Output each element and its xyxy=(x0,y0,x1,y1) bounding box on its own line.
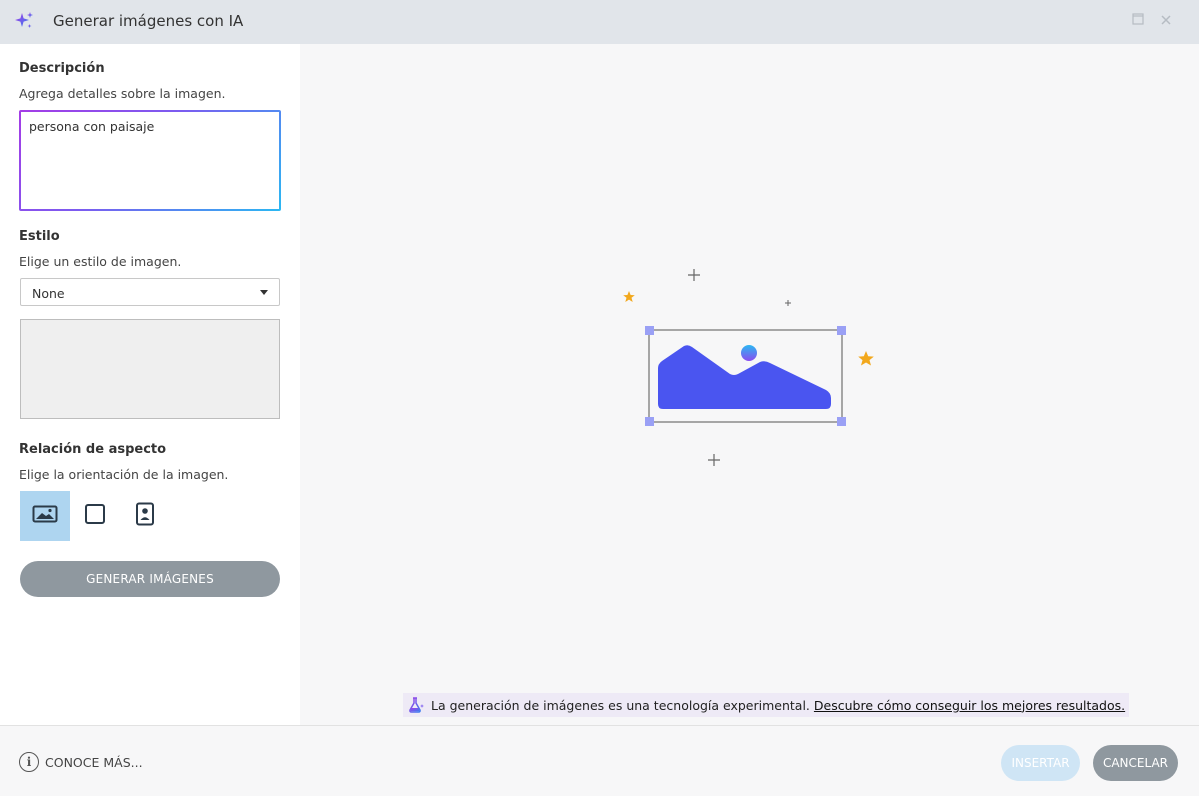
aspect-square-button[interactable] xyxy=(70,491,120,541)
learn-more-label: CONOCE MÁS... xyxy=(45,754,143,770)
image-placeholder-icon xyxy=(610,264,890,484)
experimental-notice: La generación de imágenes es una tecnolo… xyxy=(403,693,1130,717)
info-icon: i xyxy=(19,752,39,772)
square-icon xyxy=(84,503,106,529)
aspect-subtitle: Elige la orientación de la imagen. xyxy=(19,467,229,482)
description-input-wrapper xyxy=(19,110,281,211)
description-heading: Descripción xyxy=(19,61,105,76)
learn-more-link[interactable]: i CONOCE MÁS... xyxy=(19,752,143,772)
flask-icon xyxy=(407,696,425,714)
preview-area: La generación de imágenes es una tecnolo… xyxy=(300,44,1199,725)
insert-button[interactable]: INSERTAR xyxy=(1001,745,1080,781)
generate-images-button[interactable]: GENERAR IMÁGENES xyxy=(20,561,280,597)
aspect-portrait-button[interactable] xyxy=(120,491,170,541)
aspect-landscape-button[interactable] xyxy=(20,491,70,541)
notice-text: La generación de imágenes es una tecnolo… xyxy=(431,697,810,713)
close-icon[interactable] xyxy=(1157,12,1175,30)
sidebar: Descripción Agrega detalles sobre la ima… xyxy=(0,44,300,725)
aspect-heading: Relación de aspecto xyxy=(19,442,167,457)
style-preview xyxy=(20,319,280,419)
footer: i CONOCE MÁS... INSERTAR CANCELAR xyxy=(0,725,1199,796)
sparkle-icon xyxy=(13,10,35,32)
cancel-button[interactable]: CANCELAR xyxy=(1093,745,1178,781)
style-subtitle: Elige un estilo de imagen. xyxy=(19,254,182,269)
style-selected-value: None xyxy=(32,286,65,301)
style-heading: Estilo xyxy=(19,229,60,244)
chevron-down-icon xyxy=(260,290,268,295)
best-results-link[interactable]: Descubre cómo conseguir los mejores resu… xyxy=(814,698,1125,713)
window-title: Generar imágenes con IA xyxy=(53,12,244,30)
landscape-icon xyxy=(32,504,58,528)
description-input[interactable] xyxy=(21,112,279,209)
portrait-icon xyxy=(135,502,155,530)
description-subtitle: Agrega detalles sobre la imagen. xyxy=(19,86,226,101)
maximize-icon[interactable] xyxy=(1129,12,1147,30)
title-bar: Generar imágenes con IA xyxy=(0,0,1199,44)
style-dropdown[interactable]: None xyxy=(20,278,280,306)
